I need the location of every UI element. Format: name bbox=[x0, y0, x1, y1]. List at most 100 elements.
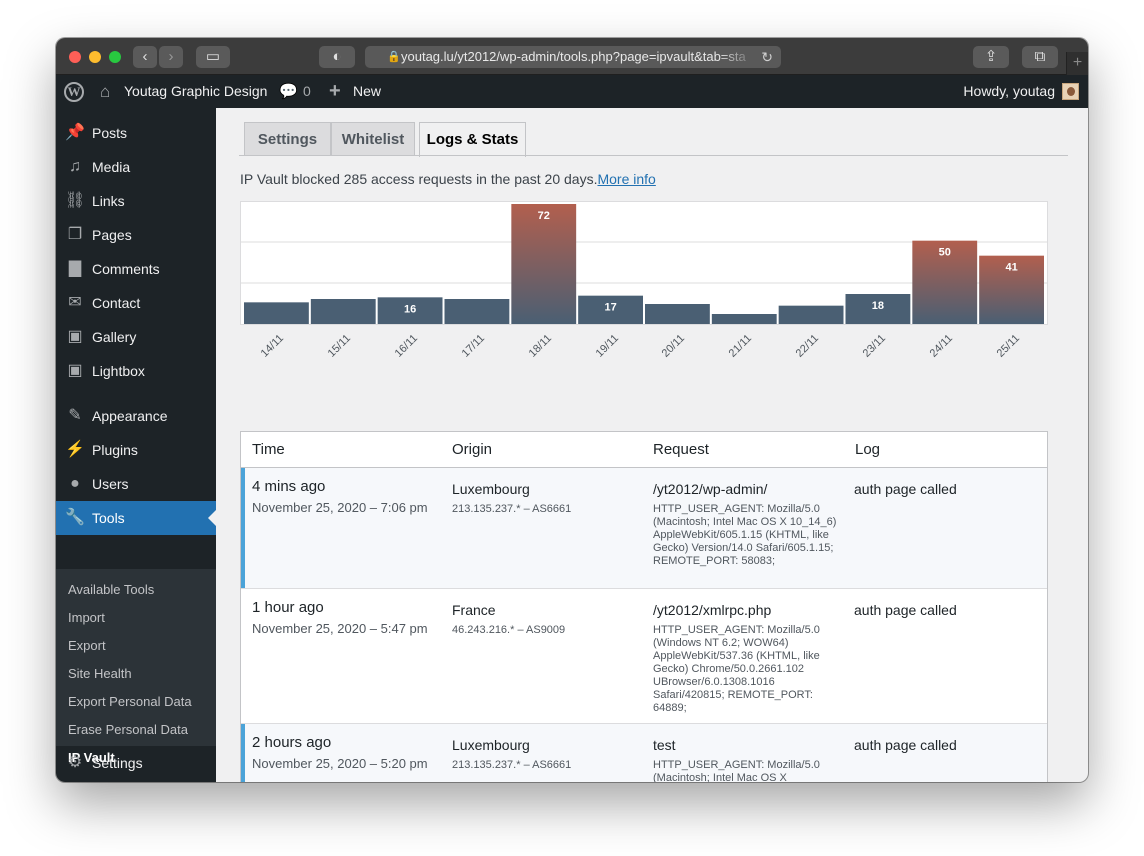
more-info-link[interactable]: More info bbox=[597, 171, 655, 187]
new-content-link[interactable]: New bbox=[353, 75, 381, 108]
pages-icon: ❐ bbox=[67, 226, 83, 243]
table-row[interactable]: 1 hour ago November 25, 2020 – 5:47 pm F… bbox=[241, 589, 1047, 724]
tab-whitelist[interactable]: Whitelist bbox=[331, 122, 415, 156]
row-request: /yt2012/xmlrpc.php bbox=[653, 602, 772, 618]
chart-bar-18/11[interactable] bbox=[511, 204, 577, 324]
menu-item-pages[interactable]: ❐ Pages bbox=[56, 218, 216, 252]
submenu-erase-personal-data[interactable]: Erase Personal Data bbox=[68, 716, 188, 744]
row-origin: France bbox=[452, 602, 496, 618]
column-header-log[interactable]: Log bbox=[855, 432, 880, 468]
column-header-request[interactable]: Request bbox=[653, 432, 709, 468]
new-tab-button[interactable]: + bbox=[1066, 52, 1088, 75]
settings-icon: ⚙ bbox=[67, 754, 83, 771]
chart-bar-15/11[interactable] bbox=[310, 299, 376, 324]
blocked-requests-chart: 16 72 17 18 50 41 bbox=[240, 201, 1048, 325]
chart-bar-14/11[interactable] bbox=[244, 302, 309, 324]
gallery-icon: ▣ bbox=[67, 328, 83, 345]
table-row[interactable]: 4 mins ago November 25, 2020 – 7:06 pm L… bbox=[241, 468, 1047, 589]
share-button[interactable]: ⇪ bbox=[973, 46, 1009, 68]
sidebar-toggle-button[interactable]: ▭ bbox=[196, 46, 230, 68]
chart-data-label: 50 bbox=[939, 247, 951, 259]
chart-bar-20/11[interactable] bbox=[645, 304, 710, 324]
submenu-site-health[interactable]: Site Health bbox=[68, 660, 132, 688]
comments-count[interactable]: 0 bbox=[303, 75, 311, 108]
minimize-window-button[interactable] bbox=[89, 51, 101, 63]
menu-item-media[interactable]: ♫ Media bbox=[56, 150, 216, 184]
wordpress-logo-icon[interactable]: W bbox=[64, 82, 84, 102]
chart-canvas: 16 72 17 18 50 41 bbox=[241, 204, 1047, 324]
chart-data-label: 18 bbox=[872, 300, 884, 312]
menu-item-lightbox[interactable]: ▣ Lightbox bbox=[56, 354, 216, 388]
plugin-icon: ⚡ bbox=[65, 441, 85, 458]
pushpin-icon: 📌 bbox=[65, 124, 85, 141]
chart-x-tick-label: 20/11 bbox=[660, 332, 688, 360]
chart-bar-17/11[interactable] bbox=[444, 299, 510, 324]
menu-item-posts[interactable]: 📌 Posts bbox=[56, 116, 216, 150]
menu-item-appearance[interactable]: ✎ Appearance bbox=[56, 399, 216, 433]
comment-icon[interactable]: 💬 bbox=[279, 75, 298, 108]
row-log: auth page called bbox=[854, 737, 957, 753]
chevron-left-icon: ‹ bbox=[142, 48, 148, 65]
row-request: /yt2012/wp-admin/ bbox=[653, 481, 768, 497]
home-icon[interactable]: ⌂ bbox=[100, 75, 110, 108]
lock-icon: 🔒 bbox=[387, 51, 401, 63]
tab-settings[interactable]: Settings bbox=[244, 122, 331, 156]
tab-overview-button[interactable]: ⧉ bbox=[1022, 46, 1058, 68]
row-log: auth page called bbox=[854, 481, 957, 497]
url-text: youtag.lu/yt2012/wp-admin/tools.php?page… bbox=[401, 49, 746, 64]
avatar[interactable] bbox=[1062, 83, 1079, 100]
row-date: November 25, 2020 – 7:06 pm bbox=[252, 500, 428, 515]
table-row[interactable]: 2 hours ago November 25, 2020 – 5:20 pm … bbox=[241, 724, 1047, 782]
menu-item-comments[interactable]: ▇ Comments bbox=[56, 252, 216, 286]
user-icon: ● bbox=[70, 475, 80, 492]
summary-text: IP Vault blocked 285 access requests in … bbox=[240, 171, 656, 187]
wp-admin-bar: W ⌂ Youtag Graphic Design 💬 0 + New Howd… bbox=[56, 75, 1088, 108]
tab-logs-stats[interactable]: Logs & Stats bbox=[419, 122, 526, 157]
menu-item-links[interactable]: ⛓ Links bbox=[56, 184, 216, 218]
submenu-available-tools[interactable]: Available Tools bbox=[68, 576, 154, 604]
reload-icon[interactable]: ↻ bbox=[761, 46, 773, 68]
menu-item-contact[interactable]: ✉ Contact bbox=[56, 286, 216, 320]
row-date: November 25, 2020 – 5:20 pm bbox=[252, 756, 428, 771]
chart-x-tick-label: 16/11 bbox=[392, 332, 421, 360]
zoom-window-button[interactable] bbox=[109, 51, 121, 63]
submenu-export[interactable]: Export bbox=[68, 632, 106, 660]
plus-icon: + bbox=[1072, 54, 1083, 71]
menu-item-gallery[interactable]: ▣ Gallery bbox=[56, 320, 216, 354]
comment-icon: ▇ bbox=[68, 260, 82, 277]
row-user-agent: HTTP_USER_AGENT: Mozilla/5.0 (Macintosh;… bbox=[653, 503, 837, 567]
chart-x-axis: 14/11 15/11 16/11 17/11 18/11 19/11 20/11 21/11… bbox=[240, 332, 1048, 382]
submenu-import[interactable]: Import bbox=[68, 604, 105, 632]
back-button[interactable]: ‹ bbox=[133, 46, 157, 68]
row-time: 2 hours ago bbox=[252, 734, 332, 751]
plus-icon[interactable]: + bbox=[329, 75, 341, 108]
share-icon: ⇪ bbox=[984, 48, 998, 65]
submenu-export-personal-data[interactable]: Export Personal Data bbox=[68, 688, 192, 716]
row-log: auth page called bbox=[854, 602, 957, 618]
menu-item-plugins[interactable]: ⚡ Plugins bbox=[56, 433, 216, 467]
menu-item-users[interactable]: ● Users bbox=[56, 467, 216, 501]
site-name-link[interactable]: Youtag Graphic Design bbox=[124, 75, 267, 108]
column-header-time[interactable]: Time bbox=[252, 432, 285, 468]
chart-data-label: 41 bbox=[1005, 262, 1017, 274]
menu-item-tools[interactable]: 🔧 Tools bbox=[56, 501, 216, 535]
chart-bar-21/11[interactable] bbox=[711, 314, 777, 324]
sidebar-icon: ▭ bbox=[205, 48, 221, 65]
address-bar[interactable]: 🔒 youtag.lu/yt2012/wp-admin/tools.php?pa… bbox=[365, 46, 781, 68]
browser-window: ‹ › ▭ ◐ 🔒 youtag.lu/yt2012/wp-admin/tool… bbox=[56, 38, 1088, 782]
close-window-button[interactable] bbox=[69, 51, 81, 63]
chart-x-tick-label: 14/11 bbox=[259, 332, 287, 360]
menu-item-settings[interactable]: ⚙ Settings bbox=[56, 746, 216, 780]
privacy-report-button[interactable]: ◐ bbox=[319, 46, 355, 68]
forward-button[interactable]: › bbox=[159, 46, 183, 68]
column-header-origin[interactable]: Origin bbox=[452, 432, 492, 468]
media-icon: ♫ bbox=[69, 158, 81, 175]
chart-x-tick-label: 24/11 bbox=[927, 332, 955, 360]
browser-toolbar: ‹ › ▭ ◐ 🔒 youtag.lu/yt2012/wp-admin/tool… bbox=[56, 38, 1088, 75]
howdy-user-link[interactable]: Howdy, youtag bbox=[963, 75, 1055, 108]
chart-bar-22/11[interactable] bbox=[778, 305, 844, 324]
chart-x-tick-label: 15/11 bbox=[325, 332, 354, 360]
chart-x-tick-label: 23/11 bbox=[860, 332, 888, 360]
wrench-icon: 🔧 bbox=[65, 509, 85, 526]
row-date: November 25, 2020 – 5:47 pm bbox=[252, 621, 428, 636]
